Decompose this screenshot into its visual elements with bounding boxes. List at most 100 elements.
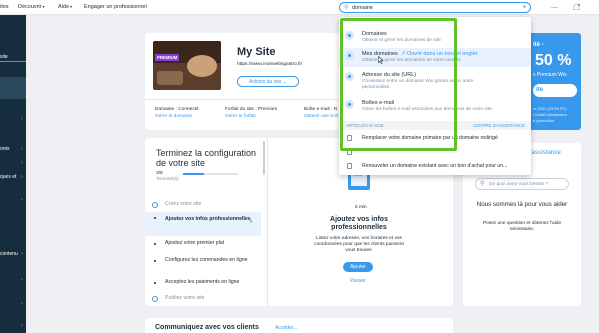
article-item[interactable] <box>345 148 525 157</box>
menu-icon[interactable] <box>550 3 559 12</box>
add-button[interactable]: Ajouter <box>343 262 373 272</box>
checkmark-icon <box>152 296 158 302</box>
result-mailboxes[interactable]: Boîtes e-mail Gérer les boîtes e-mail as… <box>345 100 525 118</box>
checklist-item-active[interactable]: Ajoutez vos infos professionnelles › <box>145 212 261 236</box>
article-icon <box>347 149 352 155</box>
sidebar-item-marketing[interactable]: ques et <box>0 174 16 180</box>
clear-search-icon[interactable]: ● <box>523 4 526 10</box>
divider <box>267 138 268 306</box>
help-articles-label: ARTICLES D'AIDE <box>346 123 384 128</box>
checklist-item-done[interactable]: Publiez votre site <box>145 293 261 311</box>
result-title: Domaines <box>362 31 387 37</box>
chevron-down-icon: ⌄ <box>282 79 288 85</box>
promo-button[interactable]: ite <box>533 84 577 97</box>
mailbox-status: Boîte e-mail : N <box>304 107 338 112</box>
checklist-item-label: Ajoutez votre premier plat <box>165 240 225 246</box>
sidebar: site › onts › › ques et › › contenu › › … <box>0 15 26 333</box>
progress-count: 3/8 <box>156 171 163 176</box>
progress-label: Terminé(s) <box>156 177 179 182</box>
site-thumbnail[interactable] <box>153 41 221 90</box>
detail-title: Ajoutez vos infos professionnelles <box>330 216 388 231</box>
nav-sites-fragment[interactable]: ites <box>0 4 9 10</box>
result-title: Adresse du site (URL) <box>362 72 417 78</box>
article-item[interactable]: Remplacer votre domaine primaire par un … <box>345 134 525 143</box>
search-icon: ⚲ <box>480 181 485 187</box>
help-articles-header: ARTICLES D'AIDE CENTRE D'ASSISTANCE <box>339 121 531 130</box>
sidebar-item-selected[interactable] <box>0 78 26 99</box>
article-title: Remplacer votre domaine primaire par un … <box>362 135 498 141</box>
chevron-right-icon[interactable]: › <box>21 116 23 122</box>
help-message-subtitle: Posez une question et obtenez l'aide néc… <box>482 221 562 232</box>
sidebar-item-fonts[interactable]: onts <box>0 146 9 152</box>
chevron-right-icon[interactable]: › <box>21 277 23 283</box>
progress-bar <box>183 173 238 175</box>
manage-domain-link[interactable]: Gérer le domaine <box>155 114 192 119</box>
domain-icon <box>345 51 354 60</box>
checklist-item[interactable]: Configurez les commandes en ligne <box>145 255 261 271</box>
top-bar: ites Découvrir▾ Aide▾ Engager un profess… <box>0 0 599 15</box>
chevron-right-icon[interactable]: › <box>21 197 23 203</box>
search-results-dropdown: Domaines Obtenir et gérer les domaines d… <box>339 17 531 175</box>
notifications-icon[interactable] <box>572 3 581 12</box>
site-url[interactable]: https://www.monwebsgastro.fr/ <box>237 62 302 67</box>
checklist-item-label: Créez votre site <box>165 201 202 207</box>
article-item[interactable]: Renouveler un domaine existant avec un b… <box>345 162 525 171</box>
bullet-icon <box>154 243 156 245</box>
skip-link[interactable]: Passer <box>345 278 371 284</box>
promo-terms-3: e promotion. <box>533 118 556 123</box>
mail-icon <box>345 100 354 109</box>
nav-help[interactable]: Aide▾ <box>58 4 72 10</box>
search-icon: ⚲ <box>344 5 349 11</box>
bullet-icon <box>154 282 156 284</box>
result-site-address[interactable]: Adresse du site (URL) Choisissez entre u… <box>345 72 525 94</box>
checklist-item-label: Ajoutez vos infos professionnelles <box>165 216 251 222</box>
help-panel-title[interactable]: d'assistance <box>527 149 561 156</box>
get-mailbox-link[interactable]: Obtenir une boît <box>304 114 338 119</box>
site-actions-label: Actions du site <box>248 79 282 85</box>
chevron-right-icon[interactable]: › <box>21 251 23 257</box>
nav-hire-professional[interactable]: Engager un professionnel <box>84 4 147 10</box>
nav-discover-label: Découvrir <box>18 4 42 10</box>
site-actions-button[interactable]: Actions du site ⌄ <box>237 76 299 87</box>
domain-icon <box>345 31 354 40</box>
result-domains[interactable]: Domaines Obtenir et gérer les domaines d… <box>345 31 525 49</box>
detail-description: Listez votre adresse, vos horaires et vo… <box>314 236 404 253</box>
communicate-link[interactable]: Accéder... <box>275 325 297 331</box>
progress-fill <box>183 173 204 175</box>
result-description: Obtenir et gérer les domaines de votre c… <box>362 58 461 63</box>
nav-discover[interactable]: Découvrir▾ <box>18 4 45 10</box>
premium-badge: PREMIUM <box>155 54 180 61</box>
globe-icon <box>345 72 354 81</box>
duration-label: 5 min <box>355 205 367 210</box>
article-title: Renouveler un domaine existant avec un b… <box>362 163 508 169</box>
chevron-right-icon[interactable]: › <box>21 146 23 152</box>
sidebar-item-site[interactable]: site <box>0 54 8 60</box>
chevron-right-icon[interactable]: › <box>21 160 23 166</box>
chevron-down-icon: ▾ <box>70 4 73 9</box>
promo-terms-2: t forfait initialement <box>533 112 567 117</box>
site-title: My Site <box>237 46 276 58</box>
manage-plan-link[interactable]: Gérer le forfait <box>225 114 256 119</box>
sidebar-item-content[interactable]: contenu <box>0 251 18 257</box>
result-description-2: personnalisé. <box>362 85 391 90</box>
cursor-icon <box>378 56 384 64</box>
checklist-item-label: Publiez votre site <box>165 295 205 301</box>
chevron-right-icon[interactable]: › <box>21 174 23 180</box>
checklist-item[interactable]: Ajoutez votre premier plat <box>145 238 261 256</box>
checkmark-icon <box>152 202 158 208</box>
chevron-right-icon[interactable]: › <box>21 323 23 329</box>
checklist-item-label: Acceptez les paiements en ligne <box>165 279 240 285</box>
checklist-item-label: Configurez les commandes en ligne <box>165 257 248 263</box>
checklist-scrollbar[interactable] <box>263 141 265 175</box>
search-bar[interactable]: ⚲ domaine ● <box>339 2 531 13</box>
chevron-right-icon[interactable]: › <box>21 301 23 307</box>
bullet-icon <box>154 217 156 219</box>
help-search-field[interactable]: ⚲ De quoi avez-vous besoin ? <box>475 178 569 190</box>
search-input[interactable]: domaine <box>352 5 373 11</box>
open-new-tab-link[interactable]: ↗ Ouvrir dans un nouvel onglet <box>401 51 477 57</box>
help-center-link[interactable]: CENTRE D'ASSISTANCE <box>473 123 525 128</box>
promo-terms-1: rs 2021 (23:59 PT). <box>533 106 568 111</box>
result-my-domains[interactable]: Mes domaines ↗ Ouvrir dans un nouvel ongl… <box>345 51 525 69</box>
bullet-icon <box>154 260 156 262</box>
promo-heading: ité - <box>533 42 544 48</box>
